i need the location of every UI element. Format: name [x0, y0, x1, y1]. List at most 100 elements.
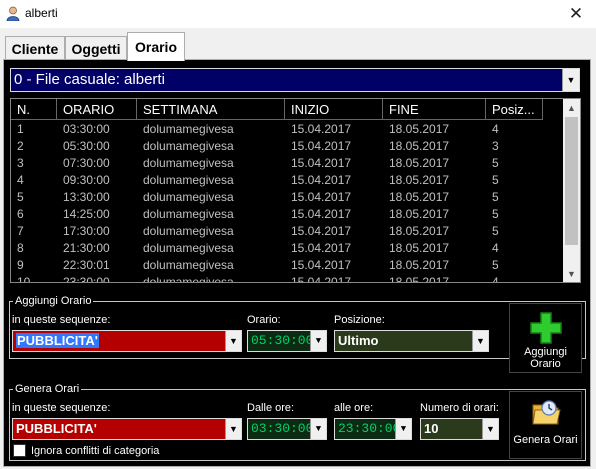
- cell-posizione: 5: [492, 190, 499, 204]
- table-row[interactable]: 6 14:25:00 dolumamegivesa 15.04.2017 18.…: [11, 206, 564, 223]
- cell-settimana: dolumamegivesa: [143, 139, 234, 153]
- file-select-value: 0 - File casuale: alberti: [14, 71, 165, 88]
- cell-settimana: dolumamegivesa: [143, 190, 234, 204]
- cell-orario: 22:30:01: [63, 258, 110, 272]
- aggiungi-orario-button[interactable]: Aggiungi Orario: [509, 303, 582, 373]
- alle-ore-select[interactable]: 23:30:00 ▼: [334, 418, 412, 440]
- close-button[interactable]: ✕: [556, 0, 596, 28]
- folder-clock-icon: [532, 400, 561, 425]
- aggiungi-button-label-2: Orario: [530, 358, 561, 370]
- column-header[interactable]: INIZIO: [285, 99, 383, 120]
- cell-n: 5: [17, 190, 24, 204]
- orario-select[interactable]: 05:30:00 ▼: [247, 330, 327, 352]
- table-row[interactable]: 8 21:30:00 dolumamegivesa 15.04.2017 18.…: [11, 240, 564, 257]
- genera-seq-label: in queste sequenze:: [12, 402, 111, 414]
- cell-settimana: dolumamegivesa: [143, 122, 234, 136]
- scroll-thumb[interactable]: [565, 117, 578, 245]
- scroll-up-icon[interactable]: ▲: [563, 99, 580, 116]
- tab-orario[interactable]: Orario: [127, 32, 185, 61]
- window-title: alberti: [25, 6, 58, 20]
- cell-inizio: 15.04.2017: [291, 241, 352, 255]
- table-row[interactable]: 4 09:30:00 dolumamegivesa 15.04.2017 18.…: [11, 172, 564, 189]
- table-row[interactable]: 2 05:30:00 dolumamegivesa 15.04.2017 18.…: [11, 138, 564, 155]
- cell-posizione: 4: [492, 275, 499, 283]
- numero-orari-label: Numero di orari:: [420, 402, 499, 414]
- cell-n: 10: [17, 275, 31, 283]
- cell-orario: 05:30:00: [63, 139, 110, 153]
- table-row[interactable]: 3 07:30:00 dolumamegivesa 15.04.2017 18.…: [11, 155, 564, 172]
- table-row[interactable]: 5 13:30:00 dolumamegivesa 15.04.2017 18.…: [11, 189, 564, 206]
- cell-posizione: 4: [492, 241, 499, 255]
- chevron-down-icon[interactable]: ▼: [562, 69, 579, 91]
- cell-fine: 18.05.2017: [389, 173, 450, 187]
- cell-settimana: dolumamegivesa: [143, 173, 234, 187]
- cell-posizione: 5: [492, 258, 499, 272]
- cell-fine: 18.05.2017: [389, 258, 450, 272]
- cell-inizio: 15.04.2017: [291, 258, 352, 272]
- cell-fine: 18.05.2017: [389, 156, 450, 170]
- posizione-value: Ultimo: [338, 333, 379, 348]
- grid-header: N. ORARIO SETTIMANA INIZIO FINE Posiz...: [11, 99, 564, 121]
- aggiungi-group-title: Aggiungi Orario: [13, 295, 94, 308]
- grid-scrollbar[interactable]: ▲ ▼: [563, 99, 580, 282]
- chevron-down-icon[interactable]: ▼: [395, 419, 411, 439]
- chevron-down-icon[interactable]: ▼: [310, 331, 326, 351]
- alle-ore-value: 23:30:00: [338, 421, 401, 436]
- genera-seq-value: PUBBLICITA': [16, 421, 97, 436]
- cell-n: 8: [17, 241, 24, 255]
- cell-posizione: 4: [492, 122, 499, 136]
- cell-fine: 18.05.2017: [389, 241, 450, 255]
- genera-orari-button[interactable]: Genera Orari: [509, 391, 582, 459]
- table-row[interactable]: 9 22:30:01 dolumamegivesa 15.04.2017 18.…: [11, 257, 564, 274]
- posizione-select[interactable]: Ultimo ▼: [334, 330, 489, 352]
- chevron-down-icon[interactable]: ▼: [310, 419, 326, 439]
- cell-settimana: dolumamegivesa: [143, 224, 234, 238]
- ignora-conflitti-checkbox[interactable]: [13, 444, 26, 457]
- cell-inizio: 15.04.2017: [291, 275, 352, 283]
- schedule-grid[interactable]: N. ORARIO SETTIMANA INIZIO FINE Posiz...…: [10, 98, 581, 283]
- cell-posizione: 5: [492, 156, 499, 170]
- dalle-ore-value: 03:30:00: [251, 421, 314, 436]
- cell-inizio: 15.04.2017: [291, 122, 352, 136]
- genera-seq-select[interactable]: PUBBLICITA' ▼: [12, 418, 242, 440]
- cell-settimana: dolumamegivesa: [143, 241, 234, 255]
- cell-settimana: dolumamegivesa: [143, 156, 234, 170]
- dalle-ore-select[interactable]: 03:30:00 ▼: [247, 418, 327, 440]
- aggiungi-seq-select[interactable]: PUBBLICITA' ▼: [12, 330, 242, 352]
- table-row[interactable]: 7 17:30:00 dolumamegivesa 15.04.2017 18.…: [11, 223, 564, 240]
- cell-orario: 07:30:00: [63, 156, 110, 170]
- cell-orario: 14:25:00: [63, 207, 110, 221]
- cell-n: 3: [17, 156, 24, 170]
- close-icon: ✕: [568, 4, 584, 23]
- cell-orario: 23:30:00: [63, 275, 110, 283]
- table-row[interactable]: 10 23:30:00 dolumamegivesa 15.04.2017 18…: [11, 274, 564, 283]
- column-header[interactable]: N.: [11, 99, 57, 120]
- chevron-down-icon[interactable]: ▼: [225, 331, 241, 351]
- tab-oggetti[interactable]: Oggetti: [65, 36, 127, 60]
- cell-orario: 21:30:00: [63, 241, 110, 255]
- chevron-down-icon[interactable]: ▼: [482, 419, 498, 439]
- genera-button-label: Genera Orari: [513, 434, 578, 446]
- cell-orario: 09:30:00: [63, 173, 110, 187]
- column-header[interactable]: FINE: [383, 99, 486, 120]
- numero-orari-select[interactable]: 10 ▼: [420, 418, 499, 440]
- cell-fine: 18.05.2017: [389, 190, 450, 204]
- cell-inizio: 15.04.2017: [291, 224, 352, 238]
- table-row[interactable]: 1 03:30:00 dolumamegivesa 15.04.2017 18.…: [11, 121, 564, 138]
- column-header[interactable]: ORARIO: [57, 99, 137, 120]
- column-header[interactable]: SETTIMANA: [137, 99, 285, 120]
- aggiungi-seq-label: in queste sequenze:: [12, 314, 111, 326]
- cell-inizio: 15.04.2017: [291, 190, 352, 204]
- column-header[interactable]: Posiz...: [486, 99, 543, 120]
- cell-settimana: dolumamegivesa: [143, 258, 234, 272]
- chevron-down-icon[interactable]: ▼: [225, 419, 241, 439]
- tab-cliente[interactable]: Cliente: [5, 36, 65, 60]
- cell-fine: 18.05.2017: [389, 139, 450, 153]
- scroll-down-icon[interactable]: ▼: [563, 265, 580, 282]
- chevron-down-icon[interactable]: ▼: [472, 331, 488, 351]
- aggiungi-seq-value: PUBBLICITA': [16, 333, 99, 348]
- cell-n: 7: [17, 224, 24, 238]
- file-select[interactable]: 0 - File casuale: alberti ▼: [10, 68, 580, 92]
- cell-posizione: 5: [492, 224, 499, 238]
- cell-posizione: 3: [492, 139, 499, 153]
